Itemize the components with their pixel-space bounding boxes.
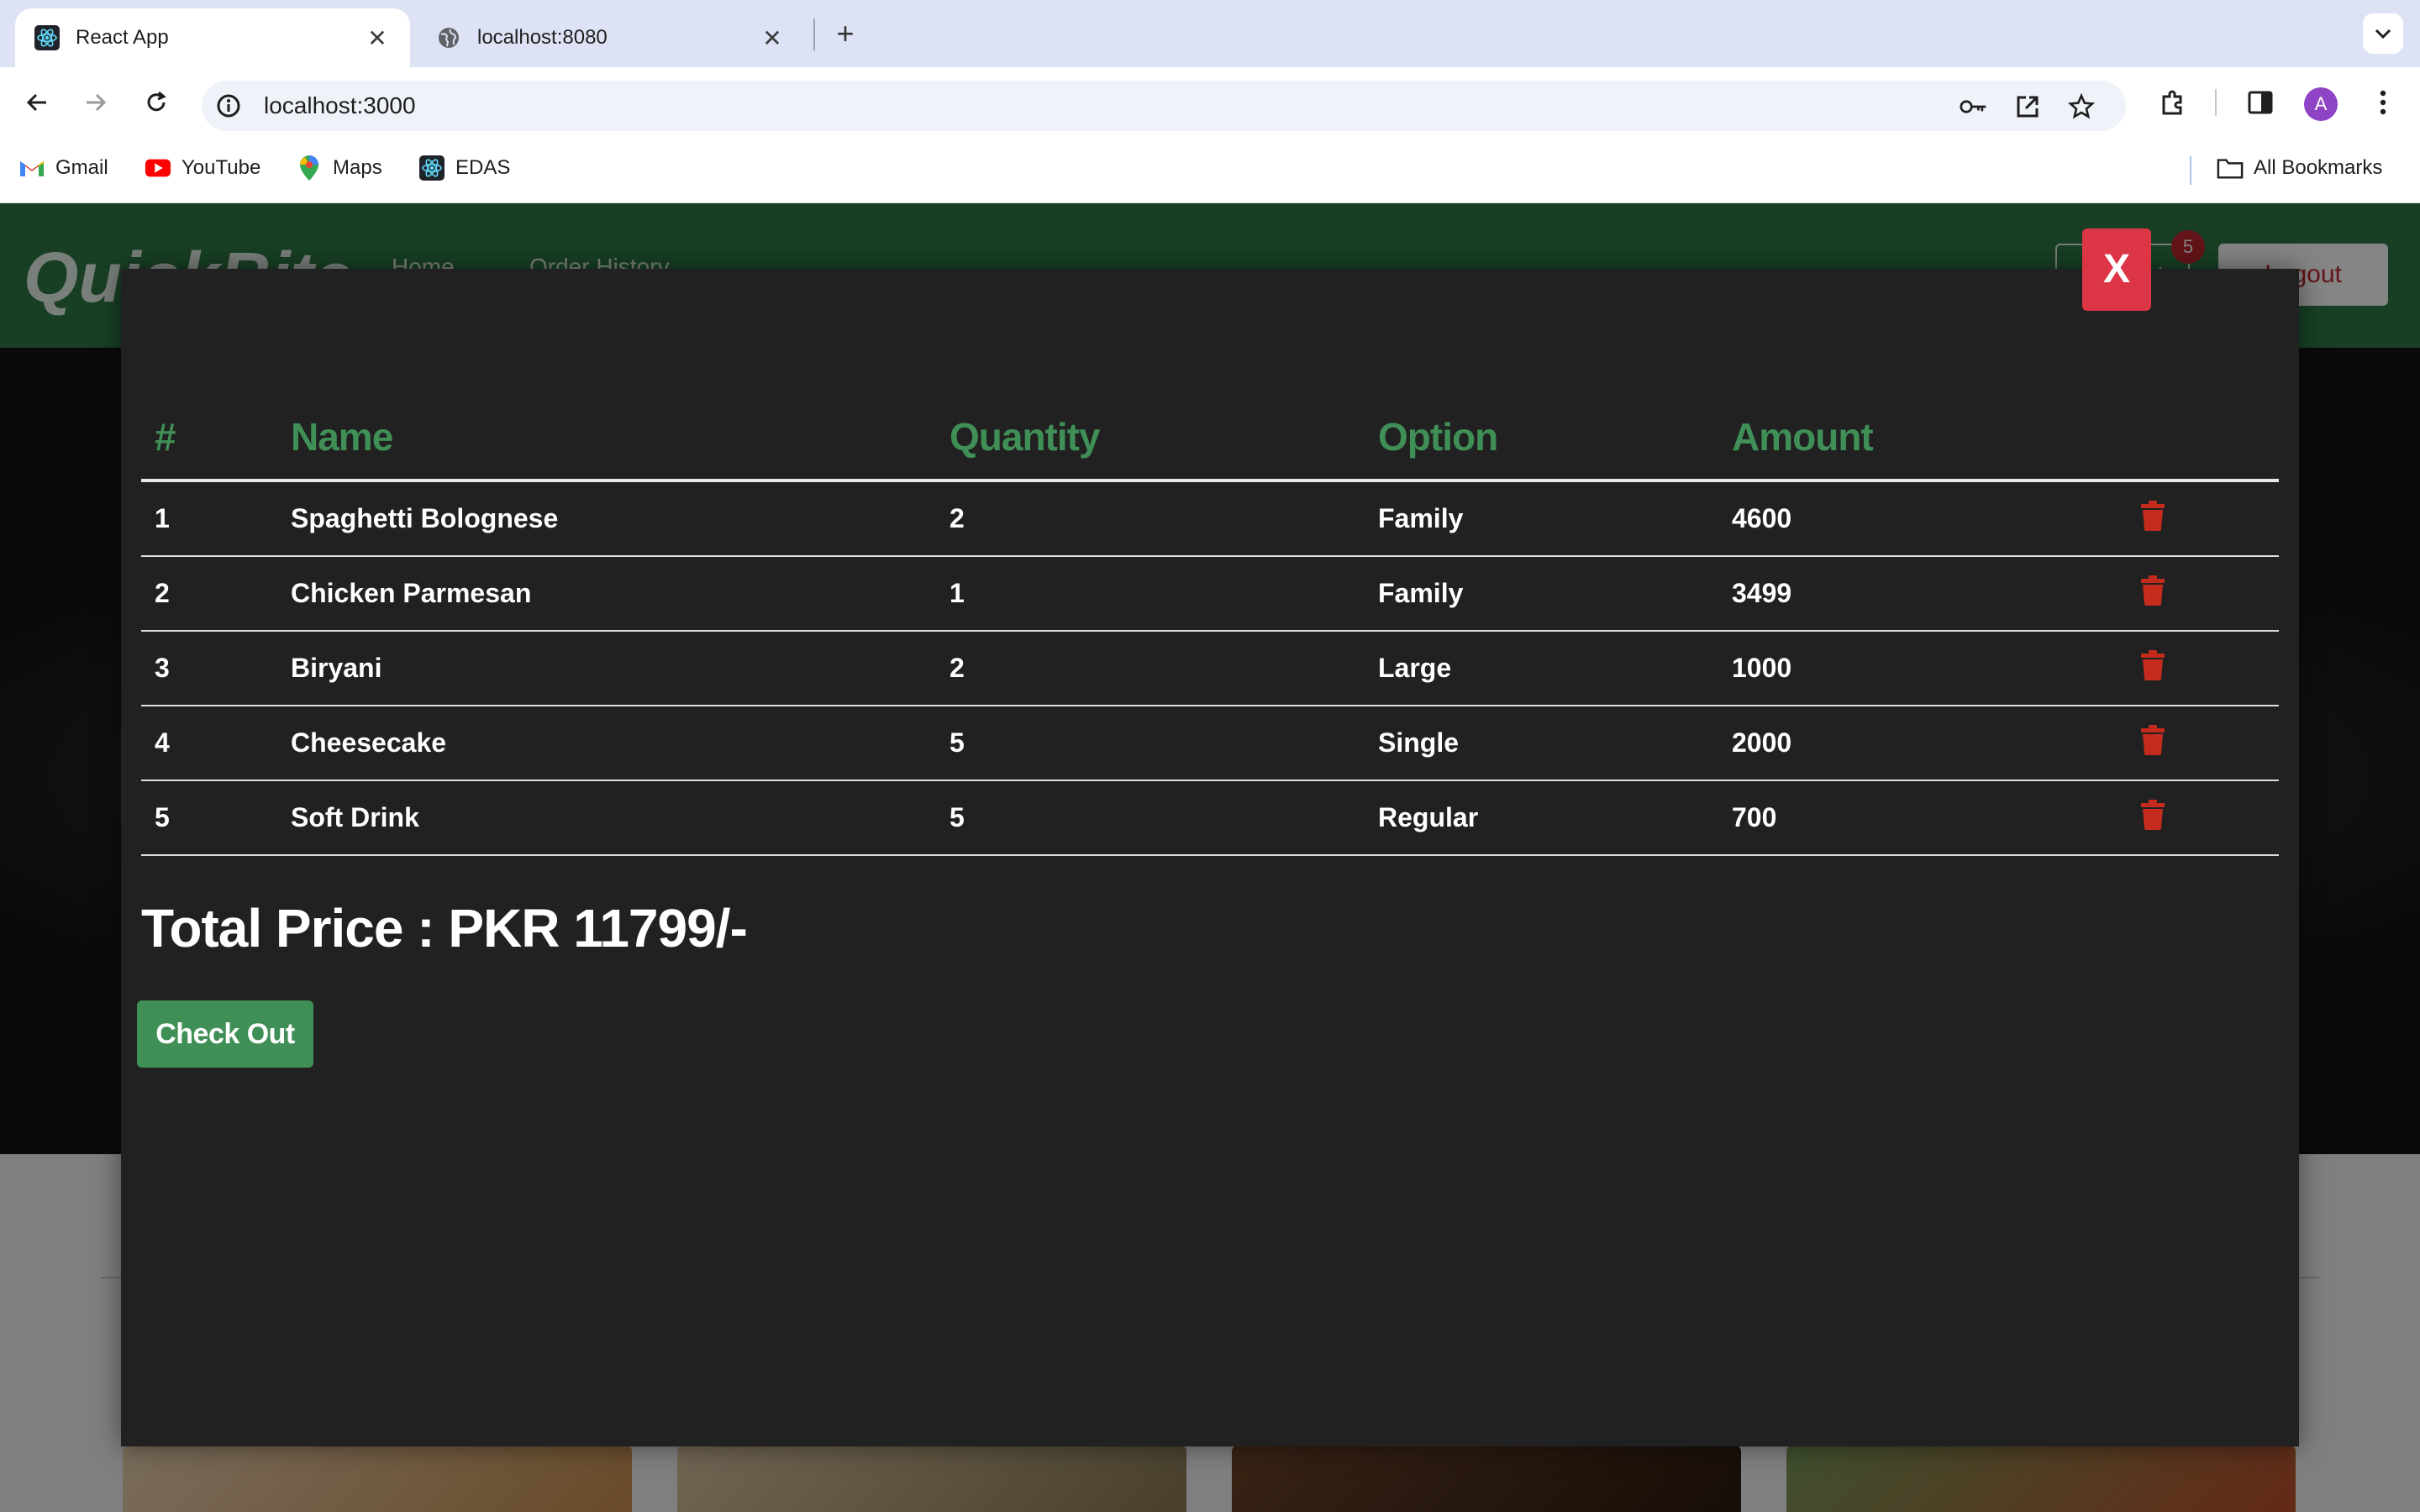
row-quantity: 5 <box>936 780 1365 856</box>
column-header-quantity: Quantity <box>936 395 1365 482</box>
side-panel-icon[interactable] <box>2242 84 2279 121</box>
row-name: Soft Drink <box>277 780 936 856</box>
row-index: 4 <box>141 706 277 781</box>
tab-localhost-8080[interactable]: localhost:8080 ✕ <box>417 8 805 67</box>
address-text[interactable]: localhost:3000 <box>264 92 416 119</box>
row-name: Spaghetti Bolognese <box>277 480 936 557</box>
row-name: Biryani <box>277 631 936 706</box>
tab-separator <box>813 18 815 50</box>
cart-table: # Name Quantity Option Amount 1 Spaghett… <box>141 395 2279 856</box>
row-option: Family <box>1365 556 1718 632</box>
table-row: 2 Chicken Parmesan 1 Family 3499 <box>141 556 2279 632</box>
toolbar-separator <box>2215 89 2217 116</box>
close-tab-icon[interactable]: ✕ <box>363 24 392 52</box>
column-header-option: Option <box>1365 395 1718 482</box>
bookmark-edas[interactable]: EDAS <box>418 155 510 181</box>
delete-cell <box>2127 556 2279 632</box>
open-in-new-icon[interactable] <box>2013 92 2042 121</box>
tab-react-app[interactable]: React App ✕ <box>15 8 410 67</box>
column-header-name: Name <box>277 395 936 482</box>
row-quantity: 1 <box>936 556 1365 632</box>
all-bookmarks[interactable]: All Bookmarks <box>2217 155 2382 181</box>
gmail-icon <box>18 155 45 181</box>
row-name: Chicken Parmesan <box>277 556 936 632</box>
youtube-icon <box>145 155 171 181</box>
bookmark-star-icon[interactable] <box>2067 92 2096 121</box>
check-out-button[interactable]: Check Out <box>137 1000 313 1068</box>
row-option: Regular <box>1365 780 1718 856</box>
bookmark-label: YouTube <box>182 156 261 179</box>
trash-icon[interactable] <box>2140 500 2165 538</box>
more-vert-icon[interactable] <box>2365 84 2402 121</box>
bookmark-gmail[interactable]: Gmail <box>18 155 108 181</box>
row-quantity: 2 <box>936 631 1365 706</box>
table-row: 4 Cheesecake 5 Single 2000 <box>141 706 2279 781</box>
browser-tab-strip: React App ✕ localhost:8080 ✕ + <box>0 0 2420 67</box>
close-tab-icon[interactable]: ✕ <box>758 24 786 52</box>
column-header-index: # <box>141 395 277 482</box>
row-amount: 4600 <box>1718 480 2127 557</box>
delete-cell <box>2127 706 2279 781</box>
trash-icon[interactable] <box>2140 649 2165 687</box>
bookmark-youtube[interactable]: YouTube <box>145 155 260 181</box>
row-amount: 700 <box>1718 780 2127 856</box>
table-header-row: # Name Quantity Option Amount <box>141 395 2279 482</box>
row-index: 5 <box>141 780 277 856</box>
react-icon <box>34 24 60 51</box>
row-amount: 3499 <box>1718 556 2127 632</box>
tab-title: localhost:8080 <box>477 26 608 49</box>
folder-icon <box>2217 155 2244 181</box>
address-bar[interactable]: localhost:3000 <box>202 81 2126 131</box>
row-quantity: 5 <box>936 706 1365 781</box>
table-row: 5 Soft Drink 5 Regular 700 <box>141 780 2279 856</box>
column-header-actions <box>2127 395 2279 482</box>
table-row: 3 Biryani 2 Large 1000 <box>141 631 2279 706</box>
bookmarks-separator <box>2190 156 2191 185</box>
delete-cell <box>2127 480 2279 557</box>
maps-icon <box>296 155 323 181</box>
column-header-amount: Amount <box>1718 395 2127 482</box>
tab-title: React App <box>76 26 169 49</box>
row-index: 3 <box>141 631 277 706</box>
row-option: Family <box>1365 480 1718 557</box>
password-key-icon[interactable] <box>1960 92 1988 121</box>
bookmark-label: EDAS <box>455 156 511 179</box>
bookmark-label: Maps <box>333 156 382 179</box>
close-modal-button[interactable]: X <box>2082 228 2151 311</box>
row-option: Single <box>1365 706 1718 781</box>
row-option: Large <box>1365 631 1718 706</box>
site-info-icon[interactable] <box>215 92 242 119</box>
extensions-puzzle-icon[interactable] <box>2154 84 2191 121</box>
row-index: 1 <box>141 480 277 557</box>
row-index: 2 <box>141 556 277 632</box>
trash-icon[interactable] <box>2140 575 2165 612</box>
delete-cell <box>2127 631 2279 706</box>
delete-cell <box>2127 780 2279 856</box>
bookmark-label: Gmail <box>55 156 108 179</box>
profile-avatar[interactable]: A <box>2304 87 2338 121</box>
react-icon <box>418 155 445 181</box>
trash-icon[interactable] <box>2140 724 2165 762</box>
row-amount: 2000 <box>1718 706 2127 781</box>
row-amount: 1000 <box>1718 631 2127 706</box>
table-row: 1 Spaghetti Bolognese 2 Family 4600 <box>141 480 2279 557</box>
tab-search-chevron-icon[interactable] <box>2363 13 2403 54</box>
all-bookmarks-label: All Bookmarks <box>2254 156 2383 179</box>
trash-icon[interactable] <box>2140 799 2165 837</box>
bookmark-maps[interactable]: Maps <box>296 155 382 181</box>
row-quantity: 2 <box>936 480 1365 557</box>
total-price: Total Price : PKR 11799/- <box>141 898 748 958</box>
browser-toolbar: localhost:3000 <box>0 67 2420 136</box>
globe-icon <box>435 24 462 51</box>
reload-icon[interactable] <box>138 84 175 121</box>
row-name: Cheesecake <box>277 706 936 781</box>
new-tab-icon[interactable]: + <box>827 15 864 52</box>
forward-arrow-icon[interactable] <box>77 84 114 121</box>
bookmarks-bar: Gmail YouTube Maps EDAS All Bookmarks <box>0 136 2420 203</box>
back-arrow-icon[interactable] <box>18 84 55 121</box>
